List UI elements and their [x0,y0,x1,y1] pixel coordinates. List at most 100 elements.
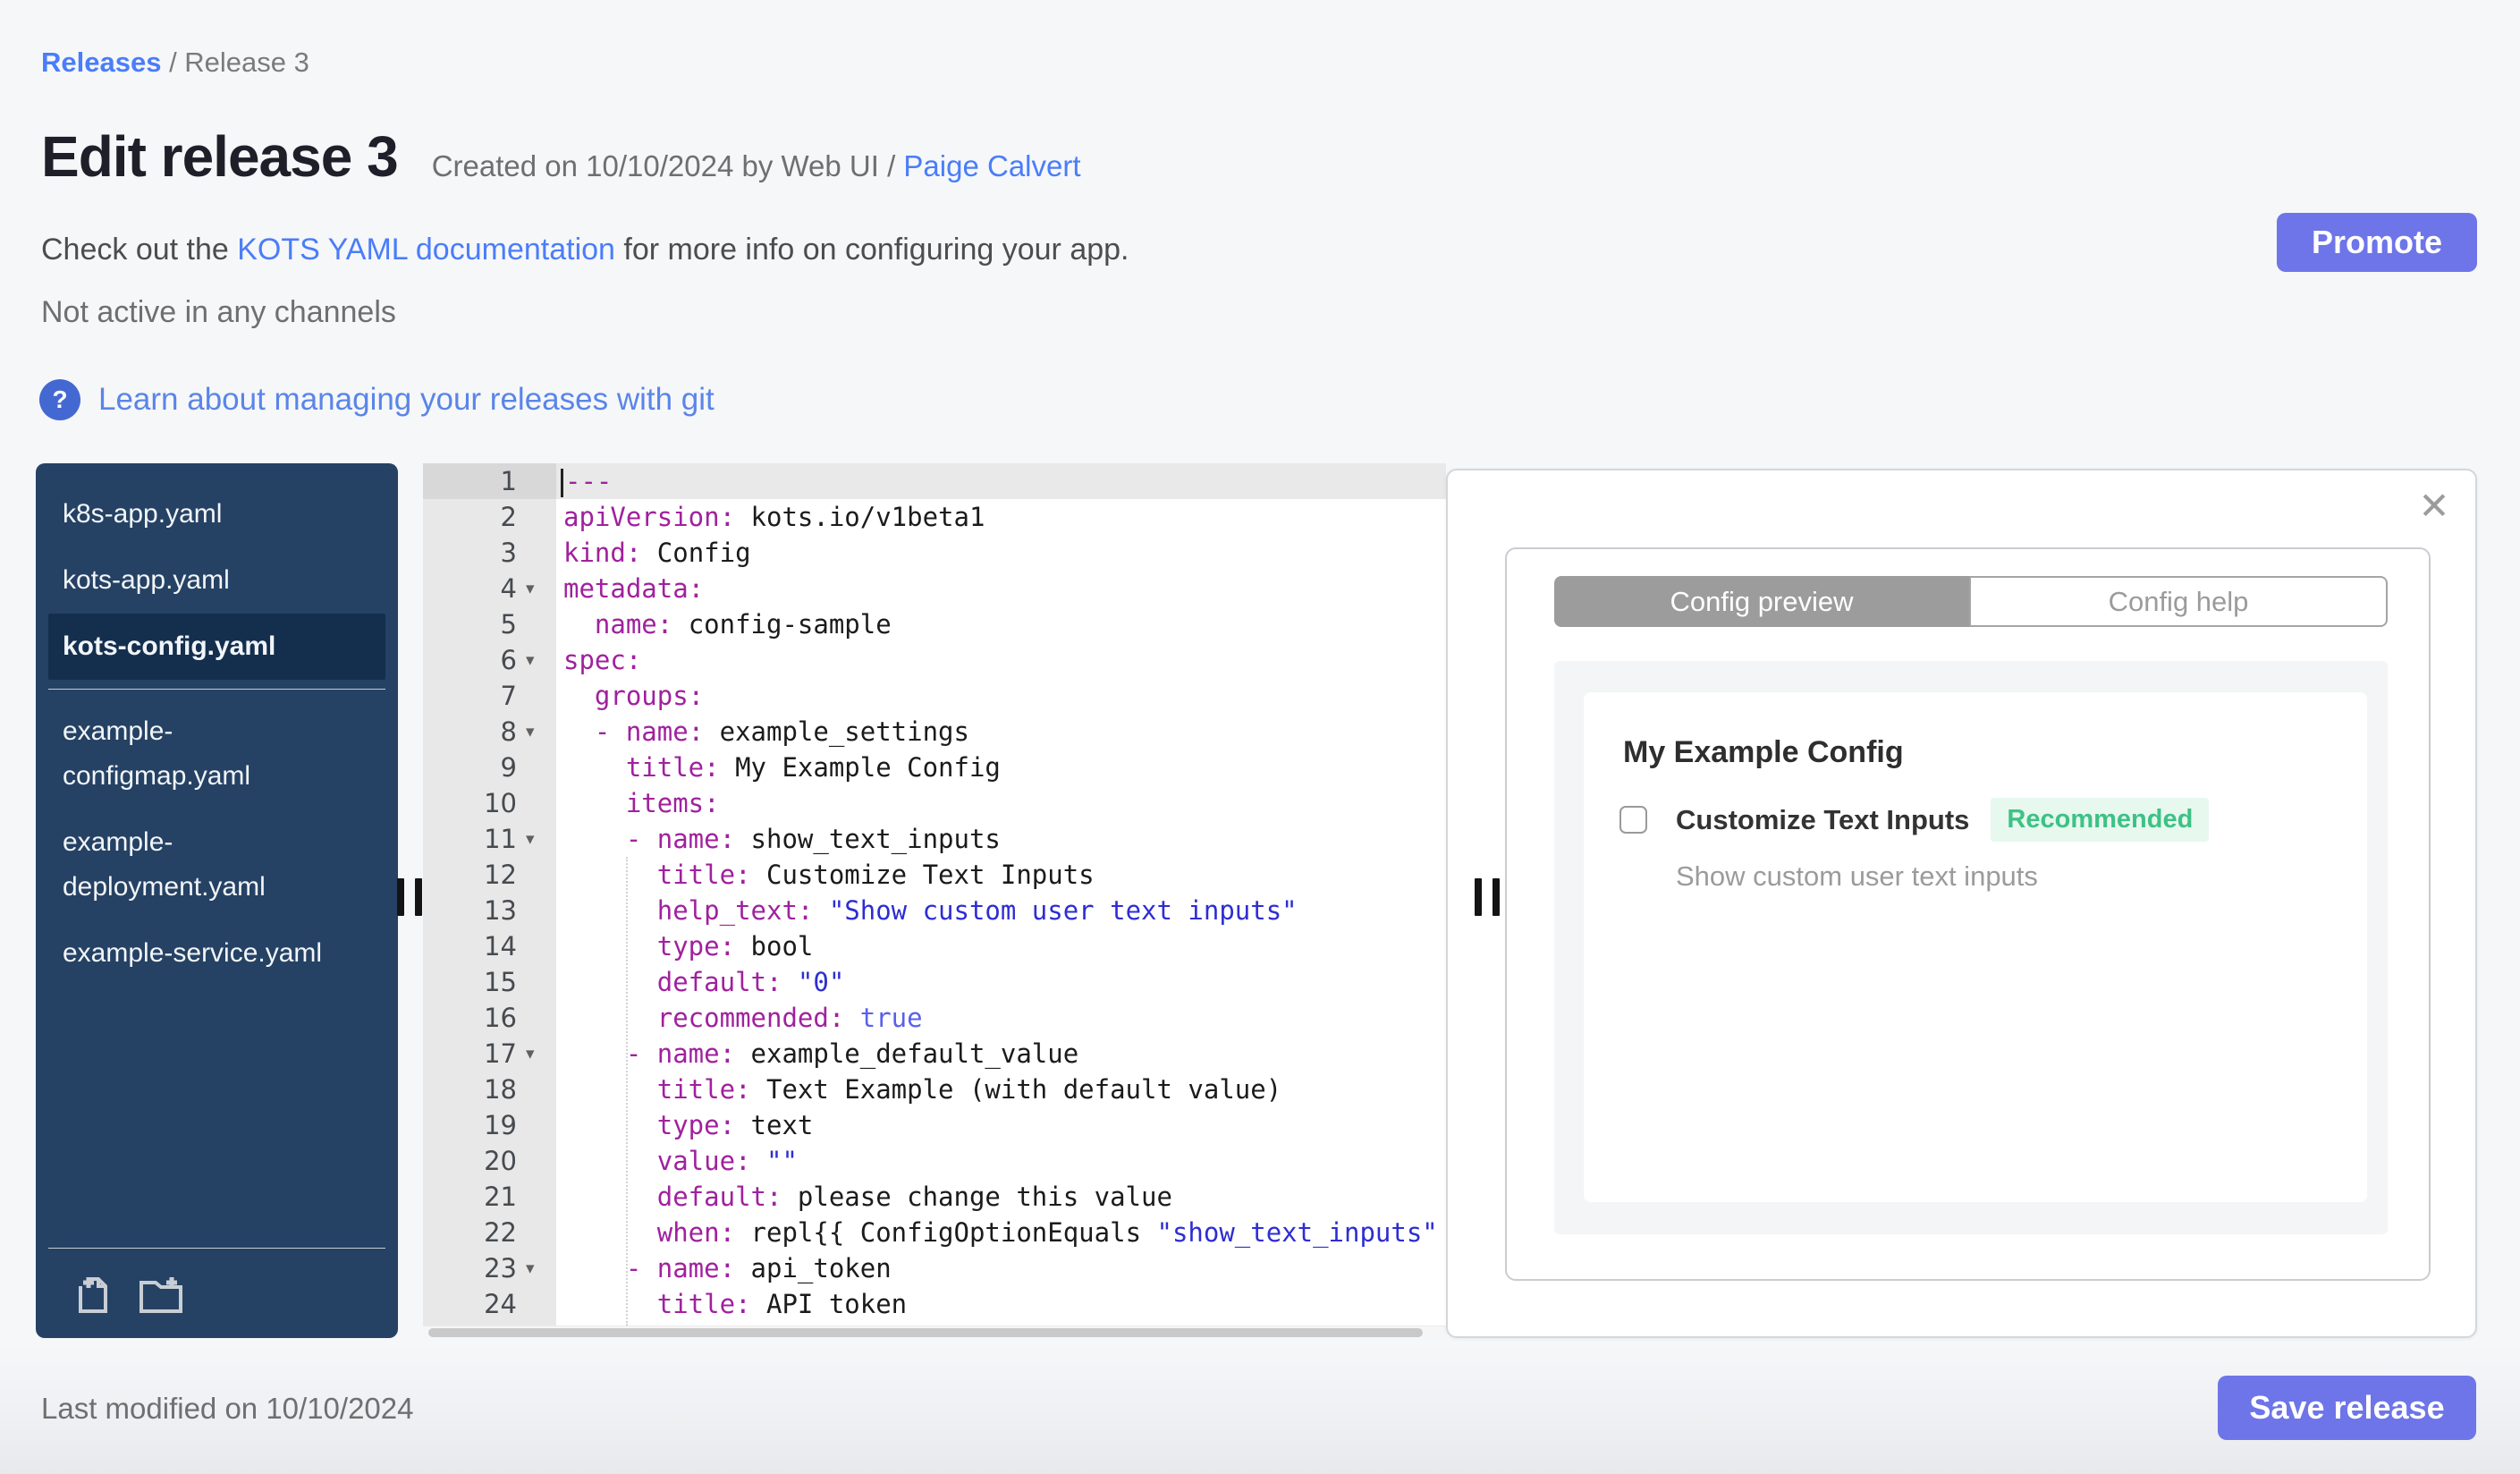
gutter-row-22: 22 [423,1215,556,1250]
gutter-row-15: 15 [423,964,556,1000]
last-modified-text: Last modified on 10/10/2024 [41,1392,414,1425]
promote-button[interactable]: Promote [2277,213,2477,272]
gutter-row-9: 9 [423,750,556,785]
code-line-7[interactable]: groups: [556,678,1446,714]
gutter-row-19: 19 [423,1107,556,1143]
gutter-row-6: 6 ▾ [423,642,556,678]
editor-horizontal-scrollbar [423,1326,1446,1338]
breadcrumb-current: / Release 3 [161,47,309,78]
gutter-row-5: 5 [423,606,556,642]
scrollbar-thumb[interactable] [428,1328,1423,1337]
add-folder-icon[interactable] [138,1274,184,1315]
line-number: 15 [484,967,517,997]
text-cursor [561,469,563,497]
created-text: Created on 10/10/2024 by Web UI / [431,149,904,182]
line-number: 21 [484,1182,517,1212]
gutter-row-10: 10 [423,785,556,821]
line-number: 3 [500,538,517,568]
code-line-18[interactable]: title: Text Example (with default value) [556,1072,1446,1107]
fold-arrow-icon[interactable]: ▾ [526,650,556,671]
file-item-example-deployment-yaml[interactable]: example-deployment.yaml [36,809,398,920]
fold-arrow-icon[interactable]: ▾ [526,579,556,599]
channel-status: Not active in any channels [41,295,396,329]
file-list: k8s-app.yaml kots-app.yaml kots-config.yam… [36,481,398,987]
author-link[interactable]: Paige Calvert [903,149,1080,182]
code-line-8[interactable]: - name: example_settings [556,714,1446,750]
file-item-kots-config-yaml[interactable]: kots-config.yaml [48,614,385,680]
pane-resize-handle-left[interactable] [397,878,422,916]
close-icon[interactable]: ✕ [2412,483,2457,528]
code-line-23[interactable]: - name: api_token [556,1250,1446,1286]
code-line-9[interactable]: title: My Example Config [556,750,1446,785]
kots-yaml-doc-link[interactable]: KOTS YAML documentation [237,233,615,267]
gutter-row-4: 4 ▾ [423,571,556,606]
title-row: Edit release 3 Created on 10/10/2024 by … [41,123,1081,190]
code-line-10[interactable]: items: [556,785,1446,821]
code-line-12[interactable]: title: Customize Text Inputs [556,857,1446,893]
doc-prefix: Check out the [41,233,238,267]
code-line-20[interactable]: value: "" [556,1143,1446,1179]
file-item-k8s-app-yaml[interactable]: k8s-app.yaml [36,481,398,547]
line-number: 4 [500,573,517,604]
fold-arrow-icon[interactable]: ▾ [526,1258,556,1279]
code-line-21[interactable]: default: please change this value [556,1179,1446,1215]
fold-arrow-icon[interactable]: ▾ [526,1044,556,1064]
customize-text-inputs-checkbox[interactable] [1619,806,1647,834]
code-line-15[interactable]: default: "0" [556,964,1446,1000]
line-number: 18 [484,1074,517,1105]
fold-arrow-icon[interactable]: ▾ [526,829,556,850]
line-number: 22 [484,1217,517,1248]
add-file-icon[interactable] [73,1274,114,1315]
editor-code-area[interactable]: --- apiVersion: kots.io/v1beta1 kind: Conf… [556,463,1446,1338]
code-line-13[interactable]: help_text: "Show custom user text inputs… [556,893,1446,928]
line-number: 14 [484,931,517,961]
file-item-example-service-yaml[interactable]: example-service.yaml [36,920,398,987]
code-line-11[interactable]: - name: show_text_inputs [556,821,1446,857]
config-panel: ✕ Config preview Config help My Example C… [1446,469,2477,1338]
code-line-16[interactable]: recommended: true [556,1000,1446,1036]
config-item-label: Customize Text Inputs [1676,803,1970,835]
file-sidebar: k8s-app.yaml kots-app.yaml kots-config.yam… [36,463,398,1338]
line-number: 17 [484,1038,517,1069]
line-number: 5 [500,609,517,640]
gutter-row-12: 12 [423,857,556,893]
tab-config-help[interactable]: Config help [1969,576,2388,627]
code-line-6[interactable]: spec: [556,642,1446,678]
line-number: 24 [484,1289,517,1319]
file-item-kots-app-yaml[interactable]: kots-app.yaml [36,547,398,614]
gutter-row-17: 17 ▾ [423,1036,556,1072]
code-line-14[interactable]: type: bool [556,928,1446,964]
line-number: 7 [500,681,517,711]
doc-line: Check out the KOTS YAML documentation fo… [41,233,1129,267]
code-line-5[interactable]: name: config-sample [556,606,1446,642]
code-line-4[interactable]: metadata: [556,571,1446,606]
save-release-button[interactable]: Save release [2218,1376,2476,1440]
fold-arrow-icon[interactable]: ▾ [526,722,556,742]
code-line-2[interactable]: apiVersion: kots.io/v1beta1 [556,499,1446,535]
line-number: 8 [500,716,517,747]
line-number: 16 [484,1003,517,1033]
tab-config-preview[interactable]: Config preview [1554,576,1969,627]
doc-suffix: for more info on configuring your app. [614,233,1129,267]
code-line-24[interactable]: title: API token [556,1286,1446,1322]
code-line-1[interactable]: --- [556,463,1446,499]
pane-resize-handle-right[interactable] [1475,878,1500,916]
breadcrumb: Releases / Release 3 [41,47,309,79]
breadcrumb-releases-link[interactable]: Releases [41,47,161,78]
code-line-17[interactable]: - name: example_default_value [556,1036,1446,1072]
git-link-label: Learn about managing your releases with … [98,382,715,417]
page-title: Edit release 3 [41,124,399,189]
yaml-editor[interactable]: 1 2 3 4 ▾ 5 6 ▾ 7 8 ▾ 9 10 11 ▾ 12 13 14 15 16 17 ▾ 18 19 20 21 22… [423,463,1446,1338]
code-line-3[interactable]: kind: Config [556,535,1446,571]
line-number: 13 [484,895,517,926]
code-line-19[interactable]: type: text [556,1107,1446,1143]
code-line-22[interactable]: when: repl{{ ConfigOptionEquals "show_te… [556,1215,1446,1250]
line-number: 11 [484,824,517,854]
git-help-link[interactable]: ? Learn about managing your releases wit… [39,379,715,420]
line-number: 10 [484,788,517,818]
question-icon: ? [39,379,80,420]
file-item-example-configmap-yaml[interactable]: example-configmap.yaml [36,699,398,809]
gutter-row-18: 18 [423,1072,556,1107]
gutter-row-20: 20 [423,1143,556,1179]
recommended-badge: Recommended [1991,798,2210,842]
